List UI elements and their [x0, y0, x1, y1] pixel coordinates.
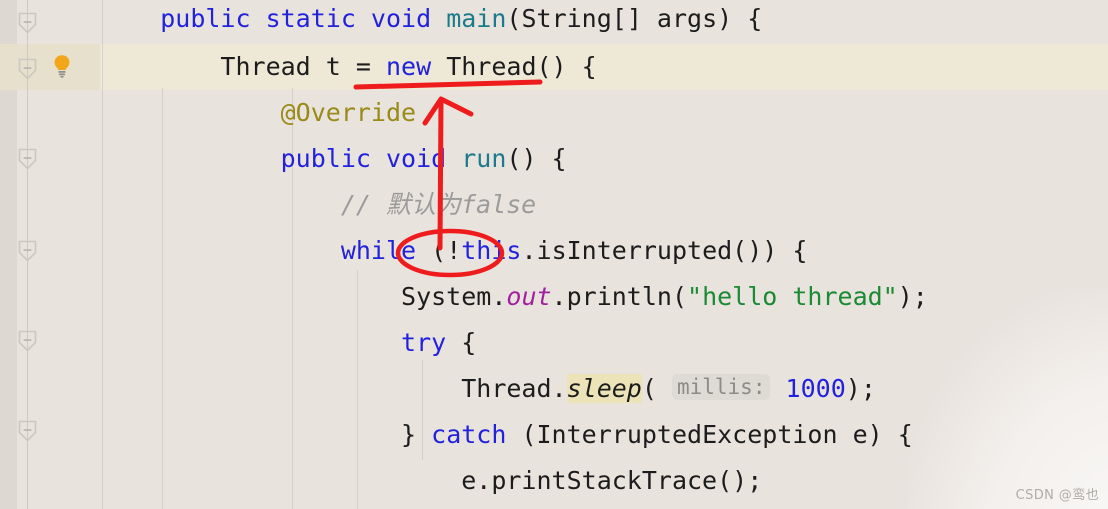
code-token: e.printStackTrace();: [100, 466, 763, 495]
fold-marker-line-4[interactable]: [18, 148, 37, 170]
line-main-signature[interactable]: public static void main(String[] args) {: [0, 0, 1108, 42]
code-token: .isInterrupted()) {: [521, 236, 808, 265]
code-token: {: [446, 328, 477, 357]
line-println[interactable]: System.out.println("hello thread");: [0, 274, 1108, 320]
code-token: );: [845, 374, 876, 403]
line-override[interactable]: @Override: [0, 90, 1108, 136]
code-token: this: [461, 236, 522, 265]
code-token: out: [506, 282, 552, 311]
code-token: catch: [431, 420, 507, 449]
fold-marker-line-1[interactable]: [18, 12, 37, 34]
code-token: while: [340, 236, 432, 265]
line-printstacktrace[interactable]: e.printStackTrace();: [0, 458, 1108, 504]
line-try[interactable]: try {: [0, 320, 1108, 366]
code-token: public void: [280, 144, 462, 173]
code-token: () {: [506, 144, 567, 173]
code-token: (InterruptedException e) {: [506, 420, 913, 449]
line-thread-new[interactable]: Thread t = new Thread() {: [0, 44, 1108, 90]
code-token: (: [641, 374, 672, 403]
line-run-signature[interactable]: public void run() {: [0, 136, 1108, 182]
code-token: @Override: [280, 98, 417, 127]
code-token: System.: [100, 282, 507, 311]
code-token: run: [461, 144, 507, 173]
code-token: millis:: [671, 374, 771, 400]
code-token: new: [385, 52, 447, 81]
line-while-isinterrupted[interactable]: while (!this.isInterrupted()) {: [0, 228, 1108, 274]
intention-bulb-icon[interactable]: [52, 54, 72, 78]
code-token: }: [100, 420, 432, 449]
line-catch[interactable]: } catch (InterruptedException e) {: [0, 412, 1108, 458]
line-thread-sleep[interactable]: Thread.sleep( millis: 1000);: [0, 366, 1108, 412]
code-token: main: [446, 4, 507, 33]
line-comment-default-false[interactable]: // 默认为false: [0, 182, 1108, 228]
code-token: );: [897, 282, 928, 311]
code-token: Thread.: [100, 374, 567, 403]
code-token: public static void: [160, 4, 447, 33]
fold-marker-line-8[interactable]: [18, 330, 37, 352]
code-token: "hello thread": [687, 282, 898, 311]
code-token: // 默认为false: [340, 190, 537, 219]
fold-marker-line-2[interactable]: [18, 58, 37, 80]
code-editor[interactable]: public static void main(String[] args) {…: [0, 0, 1108, 509]
code-token: (!: [431, 236, 462, 265]
code-token: (String[] args) {: [506, 4, 763, 33]
code-token: Thread t =: [100, 52, 386, 81]
code-token: 1000: [785, 374, 846, 403]
code-token: .println(: [551, 282, 688, 311]
code-token: try: [401, 328, 447, 357]
code-token: Thread() {: [446, 52, 597, 81]
fold-marker-line-10[interactable]: [18, 420, 37, 442]
fold-marker-line-6[interactable]: [18, 240, 37, 262]
csdn-watermark: CSDN @鸾也: [1015, 488, 1099, 503]
code-token: sleep: [566, 374, 642, 403]
